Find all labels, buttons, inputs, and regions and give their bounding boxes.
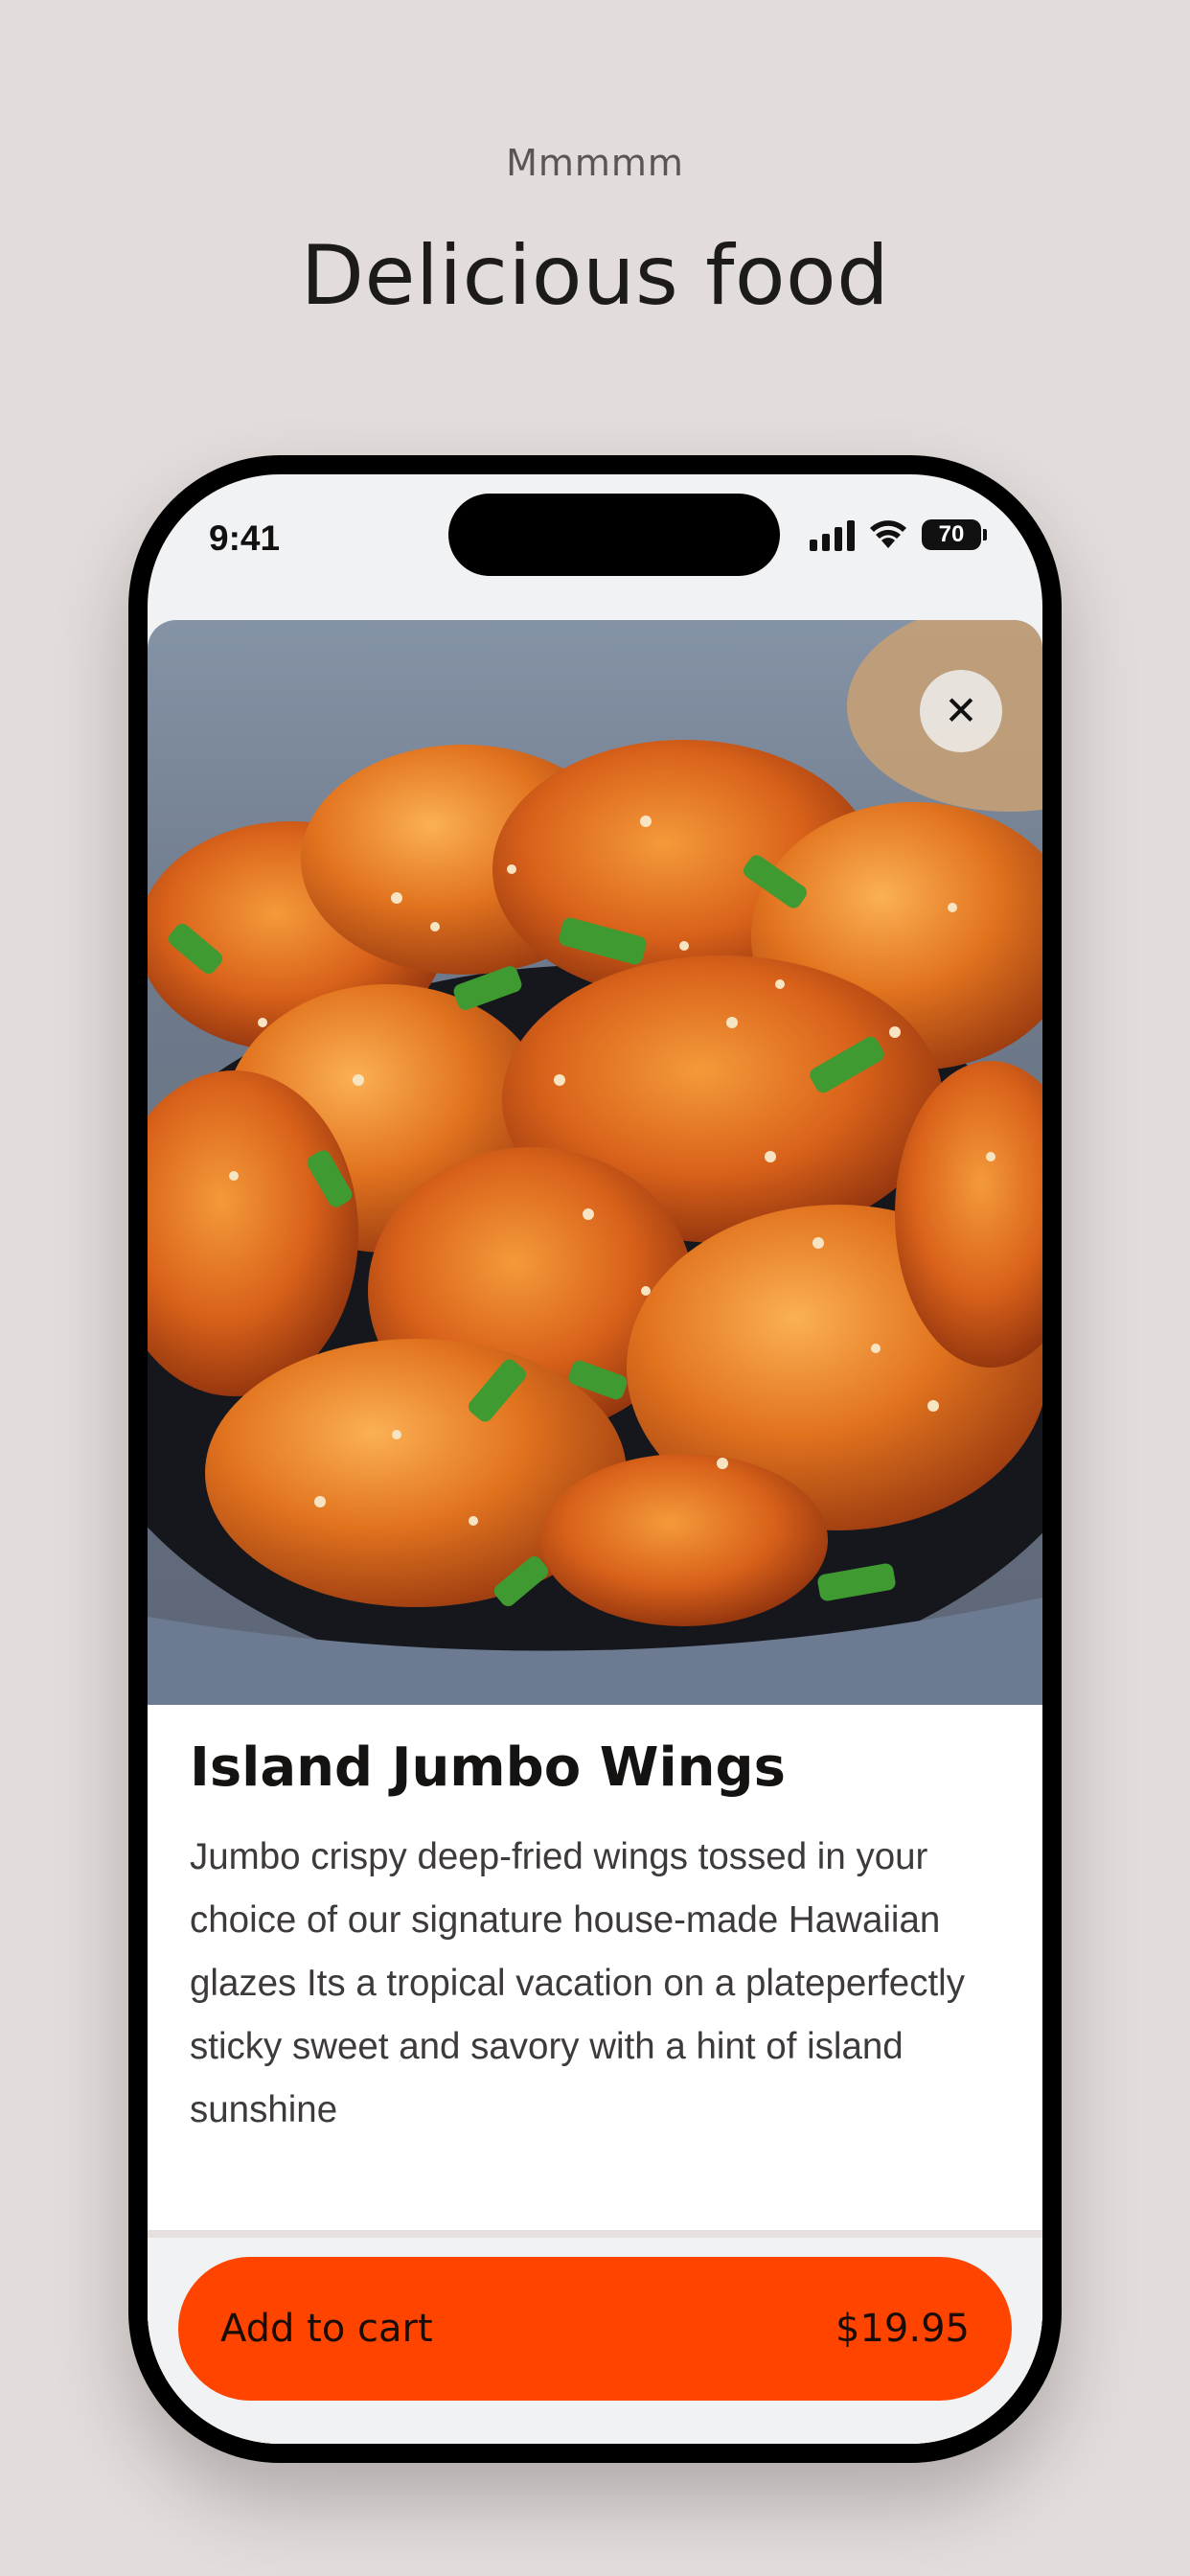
add-to-cart-label: Add to cart bbox=[220, 2307, 433, 2351]
product-title: Island Jumbo Wings bbox=[190, 1736, 786, 1799]
phone-screen: 9:41 70 ✕ Island Jumbo Wings Jumbo crisp… bbox=[148, 474, 1042, 2444]
eyebrow-text: Mmmmm bbox=[506, 142, 684, 184]
price-label: $19.95 bbox=[835, 2307, 970, 2351]
close-icon: ✕ bbox=[944, 687, 978, 734]
product-description: Jumbo crispy deep-fried wings tossed in … bbox=[190, 1836, 965, 2130]
battery-level: 70 bbox=[938, 521, 965, 547]
product-details: Island Jumbo Wings Jumbo crispy deep-fri… bbox=[190, 1736, 1004, 2142]
food-photo: ✕ bbox=[148, 620, 1042, 1705]
dynamic-island bbox=[448, 494, 780, 576]
divider bbox=[148, 2230, 1042, 2238]
product-sheet: ✕ Island Jumbo Wings Jumbo crispy deep-f… bbox=[148, 620, 1042, 2444]
status-time: 9:41 bbox=[209, 518, 281, 558]
bottom-bar: Add to cart $19.95 bbox=[148, 2238, 1042, 2444]
add-to-cart-button[interactable]: Add to cart $19.95 bbox=[178, 2257, 1012, 2401]
page-headline: Delicious food bbox=[300, 228, 890, 324]
wifi-icon bbox=[870, 520, 906, 548]
phone-frame: 9:41 70 ✕ Island Jumbo Wings Jumbo crisp… bbox=[128, 455, 1062, 2463]
battery-icon: 70 bbox=[922, 519, 987, 550]
close-button[interactable]: ✕ bbox=[920, 670, 1002, 752]
cellular-signal-icon bbox=[810, 518, 855, 551]
status-icons: 70 bbox=[810, 518, 987, 551]
